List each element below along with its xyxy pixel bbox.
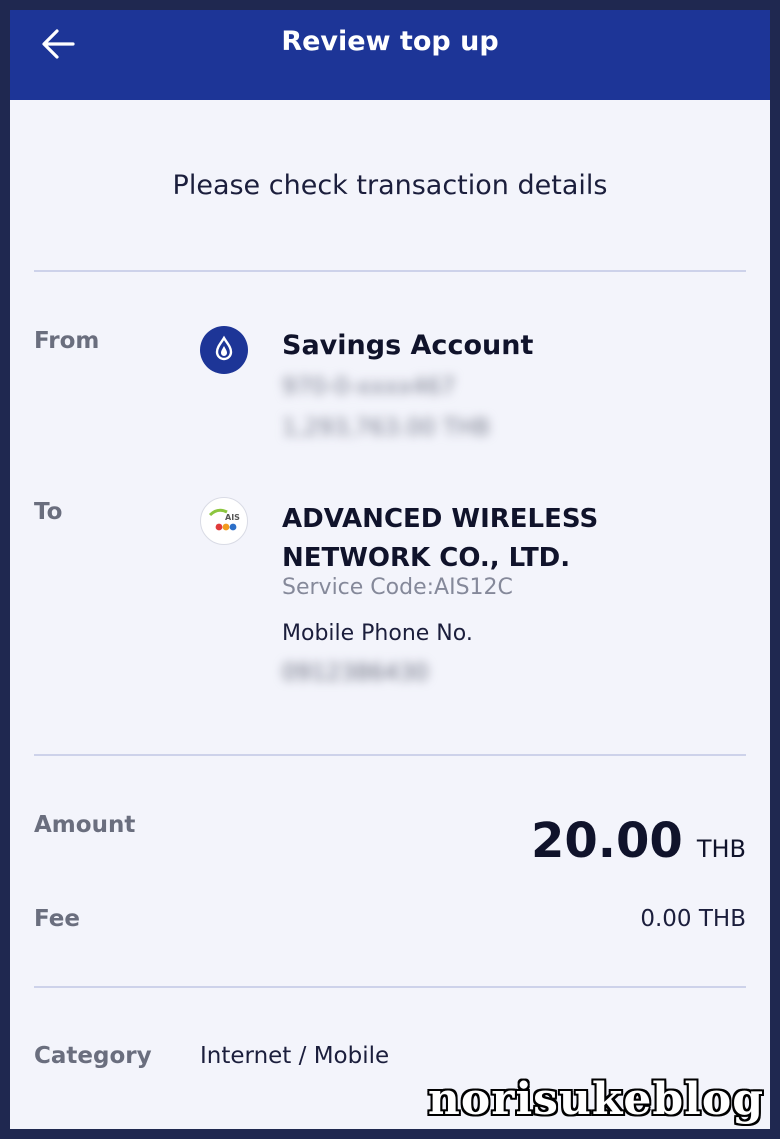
amount-currency: THB bbox=[696, 835, 746, 863]
account-name: Savings Account bbox=[282, 330, 534, 361]
fee-value: 0.00 THB bbox=[640, 906, 746, 932]
from-label: From bbox=[34, 328, 100, 354]
bank-logo-icon bbox=[200, 326, 248, 374]
service-code: Service Code:AIS12C bbox=[282, 575, 513, 600]
review-screen: Review top up Please check transaction d… bbox=[10, 10, 770, 1129]
category-value: Internet / Mobile bbox=[200, 1043, 390, 1069]
account-number: 970-0-xxxx467 bbox=[282, 374, 456, 400]
ais-logo-icon: AIS bbox=[200, 497, 248, 545]
mobile-phone-label: Mobile Phone No. bbox=[282, 621, 473, 646]
payee-name: ADVANCED WIRELESS NETWORK CO., LTD. bbox=[282, 504, 599, 573]
amount-display: 20.00 THB bbox=[531, 813, 746, 869]
mobile-phone-number: 0912386430 bbox=[282, 660, 429, 686]
amount-value: 20.00 bbox=[531, 813, 683, 869]
page-title: Review top up bbox=[281, 26, 499, 57]
divider bbox=[34, 986, 746, 988]
account-balance: 1,293,763.00 THB bbox=[282, 415, 491, 441]
svg-text:AIS: AIS bbox=[225, 513, 240, 522]
app-header: Review top up bbox=[10, 10, 770, 100]
divider bbox=[34, 754, 746, 756]
amount-label: Amount bbox=[34, 812, 136, 838]
fee-label: Fee bbox=[34, 906, 80, 932]
category-label: Category bbox=[34, 1043, 152, 1069]
watermark: norisukeblog bbox=[427, 1074, 764, 1125]
to-label: To bbox=[34, 499, 63, 525]
divider bbox=[34, 270, 746, 272]
instruction-text: Please check transaction details bbox=[172, 170, 608, 201]
